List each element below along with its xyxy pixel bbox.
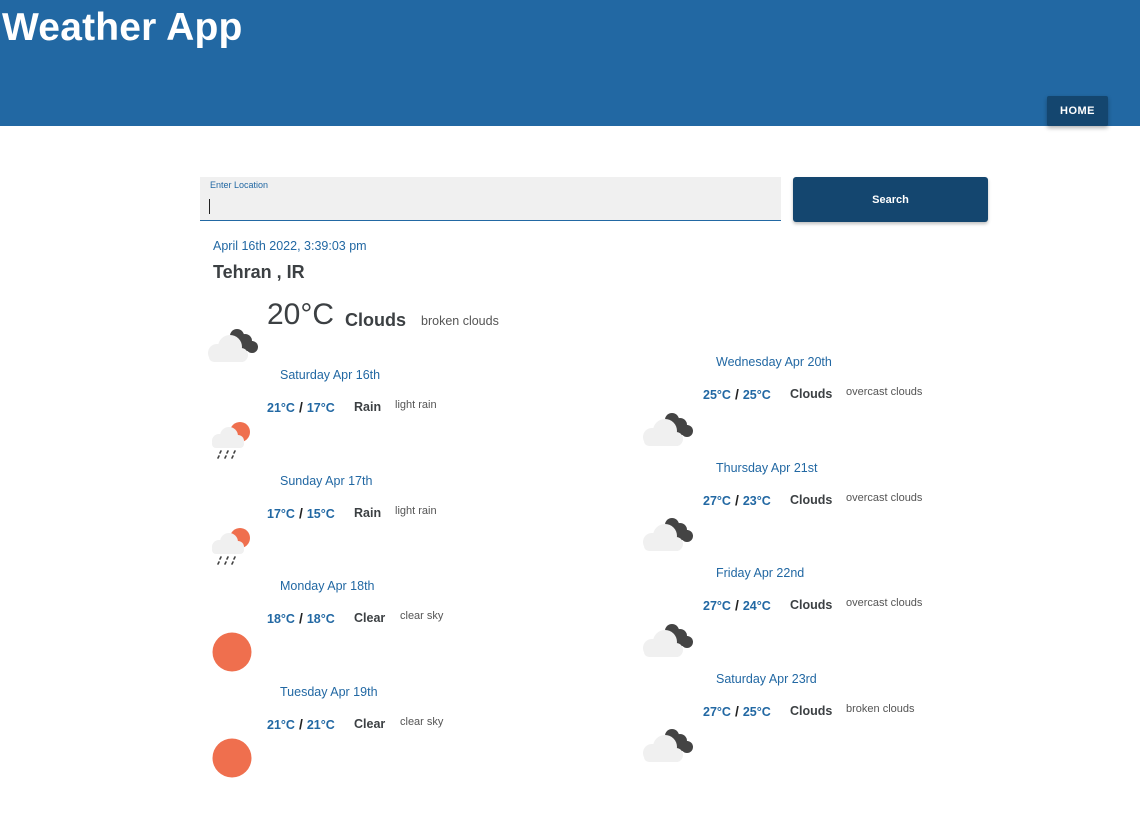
forecast-description: overcast clouds [846,386,923,398]
forecast-day: Monday Apr 18th [280,579,375,593]
current-description: broken clouds [421,314,499,328]
min-temp: 18°C [306,612,335,626]
max-temp: 18°C [267,612,295,626]
forecast-temps: 27°C/25°C [703,703,771,719]
forecast-condition: Clear [354,611,386,625]
max-temp: 21°C [267,401,295,415]
forecast-day: Tuesday Apr 19th [280,685,378,699]
app-title: Weather App [2,6,243,49]
forecast-temps: 17°C/15°C [267,505,335,521]
max-temp: 17°C [267,507,295,521]
forecast-condition: Clouds [790,387,833,401]
forecast-description: light rain [395,505,437,517]
current-datetime: April 16th 2022, 3:39:03 pm [213,239,367,253]
location-search-field[interactable]: Enter Location [200,177,781,221]
broken-clouds-icon [638,726,698,766]
forecast-temps: 27°C/24°C [703,597,771,613]
forecast-day: Saturday Apr 23rd [716,672,817,686]
app-bar: Weather App HOME [0,0,1140,126]
forecast-day: Sunday Apr 17th [280,474,373,488]
forecast-temps: 27°C/23°C [703,492,771,508]
max-temp: 25°C [703,388,731,402]
forecast-description: light rain [395,399,437,411]
overcast-clouds-icon [638,621,698,661]
forecast-day: Thursday Apr 21st [716,461,818,475]
overcast-clouds-icon [638,515,698,555]
light-rain-icon [208,419,256,463]
forecast-condition: Clouds [790,493,833,507]
search-field-label: Enter Location [210,180,269,190]
current-temperature: 20°C [267,298,335,331]
broken-clouds-icon [203,326,263,366]
clear-sky-icon [212,632,252,672]
forecast-description: overcast clouds [846,597,923,609]
min-temp: 21°C [306,718,335,732]
forecast-temps: 25°C/25°C [703,386,771,402]
forecast-temps: 18°C/18°C [267,610,335,626]
max-temp: 27°C [703,494,731,508]
forecast-condition: Clouds [790,704,833,718]
min-temp: 25°C [742,388,771,402]
max-temp: 27°C [703,705,731,719]
current-condition: Clouds [345,310,406,330]
search-button[interactable]: Search [793,177,988,222]
overcast-clouds-icon [638,410,698,450]
forecast-condition: Clouds [790,598,833,612]
forecast-condition: Clear [354,717,386,731]
forecast-condition: Rain [354,400,382,414]
min-temp: 23°C [742,494,771,508]
location-input[interactable] [208,196,768,216]
forecast-condition: Rain [354,506,382,520]
home-button[interactable]: HOME [1047,96,1108,126]
forecast-day: Wednesday Apr 20th [716,355,832,369]
min-temp: 15°C [306,507,335,521]
max-temp: 21°C [267,718,295,732]
current-location: Tehran , IR [213,262,305,282]
forecast-day: Saturday Apr 16th [280,368,381,382]
forecast-description: broken clouds [846,703,915,715]
min-temp: 17°C [306,401,335,415]
light-rain-icon [208,525,256,569]
forecast-day: Friday Apr 22nd [716,566,805,580]
max-temp: 27°C [703,599,731,613]
forecast-temps: 21°C/17°C [267,399,335,415]
forecast-temps: 21°C/21°C [267,716,335,732]
clear-sky-icon [212,738,252,778]
text-cursor [209,199,210,214]
min-temp: 25°C [742,705,771,719]
forecast-description: clear sky [400,716,444,728]
forecast-description: overcast clouds [846,492,923,504]
forecast-description: clear sky [400,610,444,622]
min-temp: 24°C [742,599,771,613]
